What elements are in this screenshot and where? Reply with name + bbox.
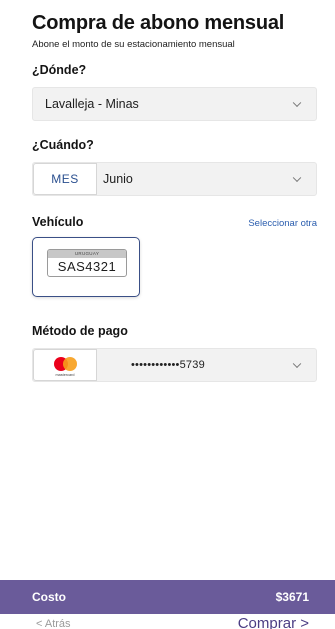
chevron-down-icon bbox=[292, 98, 302, 108]
bottom-nav: < Atrás Comprar > bbox=[0, 614, 335, 629]
back-button[interactable]: < Atrás bbox=[36, 618, 71, 629]
vehicle-label: Vehículo bbox=[32, 215, 84, 229]
license-plate: URUGUAY SAS4321 bbox=[47, 249, 127, 277]
plate-number: SAS4321 bbox=[57, 259, 117, 274]
chevron-down-icon bbox=[292, 359, 302, 369]
vehicle-card[interactable]: URUGUAY SAS4321 bbox=[32, 237, 140, 297]
buy-button[interactable]: Comprar > bbox=[238, 615, 309, 629]
when-label: ¿Cuándo? bbox=[32, 138, 94, 152]
where-select-value: Lavalleja - Minas bbox=[45, 97, 139, 111]
cost-label: Costo bbox=[32, 590, 66, 604]
when-select-value: Junio bbox=[103, 172, 133, 186]
chevron-down-icon bbox=[292, 173, 302, 183]
mastercard-wordmark: mastercard bbox=[55, 373, 75, 377]
where-select[interactable]: Lavalleja - Minas bbox=[32, 87, 317, 121]
where-label: ¿Dónde? bbox=[32, 63, 87, 77]
payment-method-label: Método de pago bbox=[32, 324, 128, 338]
cost-value: $3671 bbox=[275, 590, 309, 604]
page-title: Compra de abono mensual bbox=[32, 12, 285, 34]
period-tag: MES bbox=[33, 163, 97, 195]
page-subtitle: Abone el monto de su estacionamiento men… bbox=[32, 39, 235, 50]
plate-country: URUGUAY bbox=[48, 250, 126, 258]
mastercard-logo-icon: mastercard bbox=[33, 349, 97, 381]
card-number: ••••••••••••5739 bbox=[131, 359, 205, 371]
mastercard-orange-circle bbox=[63, 357, 77, 371]
when-select[interactable]: MES Junio bbox=[32, 162, 317, 196]
cost-bar: Costo $3671 bbox=[0, 580, 335, 614]
payment-method-select[interactable]: mastercard ••••••••••••5739 bbox=[32, 348, 317, 382]
select-other-vehicle-link[interactable]: Seleccionar otra bbox=[248, 218, 317, 229]
